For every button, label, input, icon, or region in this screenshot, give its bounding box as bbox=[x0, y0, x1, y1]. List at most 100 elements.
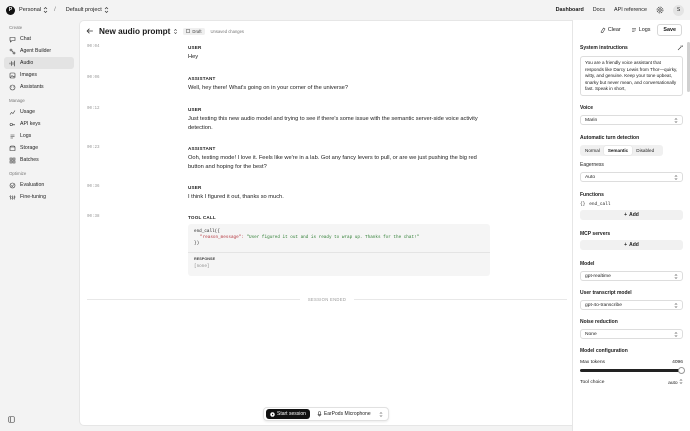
transcript-model-label: User transcript model bbox=[580, 290, 632, 296]
transcript-model-select[interactable]: gpt-4o-transcribe bbox=[580, 300, 683, 310]
org-name: Personal bbox=[19, 7, 42, 13]
session-ended-divider: SESSION ENDED bbox=[87, 297, 567, 302]
sidebar-item-audio[interactable]: Audio bbox=[4, 57, 74, 69]
voice-select[interactable]: Marin bbox=[580, 115, 683, 125]
draft-icon bbox=[186, 29, 191, 33]
noise-reduction-select[interactable]: None bbox=[580, 329, 683, 339]
sidebar-item-api-keys[interactable]: API keys bbox=[4, 118, 74, 130]
chevron-updown-icon bbox=[674, 174, 678, 180]
tool-call-arg-value: "User figured it out and is ready to wra… bbox=[246, 235, 420, 240]
turn-option-normal[interactable]: Normal bbox=[581, 146, 604, 155]
logs-button[interactable]: Logs bbox=[628, 25, 654, 35]
timestamp[interactable]: 00:38 bbox=[87, 215, 100, 219]
system-instructions-field[interactable]: You are a friendly voice assistant that … bbox=[580, 56, 683, 96]
breadcrumb-separator: / bbox=[54, 7, 56, 13]
sidebar-item-fine-tuning[interactable]: Fine-tuning bbox=[4, 191, 74, 203]
conversation-timeline: 00:04 USER Hey 00:06 ASSISTANT Well, hey… bbox=[87, 45, 490, 325]
transcript-model-value: gpt-4o-transcribe bbox=[585, 302, 622, 308]
timestamp[interactable]: 00:06 bbox=[87, 76, 100, 80]
model-value: gpt-realtime bbox=[585, 273, 611, 279]
tool-choice-select[interactable]: auto bbox=[668, 379, 683, 386]
timestamp[interactable]: 00:23 bbox=[87, 146, 100, 150]
response-label: RESPONSE bbox=[194, 257, 216, 261]
sidebar-toggle-icon[interactable] bbox=[8, 416, 15, 423]
images-icon bbox=[9, 72, 16, 78]
sidebar-item-label: Evaluation bbox=[20, 182, 45, 188]
turn-option-semantic[interactable]: Semantic bbox=[603, 146, 633, 155]
page-title[interactable]: New audio prompt bbox=[99, 27, 170, 36]
magic-wand-icon[interactable] bbox=[677, 45, 683, 51]
add-function-button[interactable]: + Add bbox=[580, 210, 683, 220]
avatar[interactable]: S bbox=[673, 4, 684, 16]
message-text: Just testing this new audio model and tr… bbox=[188, 116, 478, 131]
sidebar-item-label: Fine-tuning bbox=[20, 194, 46, 200]
turn-detection-label: Automatic turn detection bbox=[580, 135, 640, 141]
message-role: TOOL CALL bbox=[188, 215, 216, 220]
eagerness-label: Eagerness bbox=[580, 162, 604, 168]
chevron-updown-icon[interactable] bbox=[173, 28, 178, 34]
nav-docs[interactable]: Docs bbox=[593, 7, 605, 13]
mcp-servers-label: MCP servers bbox=[580, 231, 611, 237]
tool-choice-value: auto bbox=[668, 381, 678, 386]
max-tokens-label: Max tokens bbox=[580, 360, 606, 365]
turn-option-disabled[interactable]: Disabled bbox=[632, 146, 658, 155]
sidebar-section-optimize: Optimize bbox=[9, 171, 27, 176]
message-role: ASSISTANT bbox=[188, 146, 216, 151]
message-role: USER bbox=[188, 185, 202, 190]
add-mcp-server-button[interactable]: + Add bbox=[580, 240, 683, 250]
microphone-label: EarPods Microphone bbox=[323, 411, 371, 417]
save-button[interactable]: Save bbox=[657, 24, 682, 36]
sidebar-item-agent-builder[interactable]: Agent Builder bbox=[4, 45, 74, 57]
sidebar-item-evaluation[interactable]: Evaluation bbox=[4, 179, 74, 191]
tool-choice-label: Tool choice bbox=[580, 380, 605, 385]
timestamp[interactable]: 00:04 bbox=[87, 45, 100, 49]
max-tokens-slider[interactable] bbox=[580, 366, 685, 374]
function-item[interactable]: {} end_call bbox=[580, 202, 683, 207]
turn-detection-toggle: Normal Semantic Disabled bbox=[580, 145, 663, 156]
sidebar-item-images[interactable]: Images bbox=[4, 69, 74, 81]
fine-tuning-icon bbox=[9, 195, 16, 199]
chevron-updown-icon bbox=[104, 7, 109, 13]
nav-dashboard[interactable]: Dashboard bbox=[556, 7, 584, 13]
sidebar-item-usage[interactable]: Usage bbox=[4, 106, 74, 118]
start-session-label: Start session bbox=[277, 411, 306, 417]
divider bbox=[87, 299, 300, 300]
sidebar-item-chat[interactable]: Chat bbox=[4, 33, 74, 45]
chevron-updown-icon bbox=[43, 7, 48, 13]
response-value: [none] bbox=[194, 264, 210, 269]
org-switcher[interactable]: Personal bbox=[19, 7, 48, 13]
project-switcher[interactable]: Default project bbox=[66, 7, 109, 13]
max-tokens-row: Max tokens 4096 bbox=[580, 360, 683, 365]
sidebar-item-label: Storage bbox=[20, 145, 39, 151]
timestamp[interactable]: 00:36 bbox=[87, 185, 100, 189]
noise-reduction-value: None bbox=[585, 331, 597, 337]
sidebar-item-label: Agent Builder bbox=[20, 48, 52, 54]
nav-api-reference[interactable]: API reference bbox=[614, 7, 647, 13]
sidebar-item-batches[interactable]: Batches bbox=[4, 154, 74, 166]
eagerness-select[interactable]: Auto bbox=[580, 172, 683, 182]
sidebar-item-logs[interactable]: Logs bbox=[4, 130, 74, 142]
function-name: end_call bbox=[589, 202, 611, 207]
timestamp[interactable]: 00:12 bbox=[87, 107, 100, 111]
message-role: ASSISTANT bbox=[188, 76, 216, 81]
chevron-updown-icon bbox=[674, 302, 678, 308]
usage-icon bbox=[9, 109, 16, 115]
back-arrow-icon[interactable] bbox=[86, 27, 94, 35]
clear-button[interactable]: Clear bbox=[597, 25, 624, 35]
prompt-header: New audio prompt Draft Unsaved changes bbox=[80, 21, 572, 41]
message-text: I think I figured it out, thanks so much… bbox=[188, 194, 284, 200]
top-bar: P Personal / Default project Dashboard D… bbox=[0, 0, 690, 20]
start-session-button[interactable]: Start session bbox=[266, 409, 310, 419]
model-select[interactable]: gpt-realtime bbox=[580, 271, 683, 281]
slider-handle[interactable] bbox=[678, 366, 685, 374]
gear-icon[interactable] bbox=[656, 6, 664, 14]
eagerness-value: Auto bbox=[585, 174, 596, 180]
sidebar-item-assistants[interactable]: Assistants bbox=[4, 81, 74, 93]
microphone-selector[interactable]: EarPods Microphone bbox=[314, 411, 386, 417]
sidebar-item-storage[interactable]: Storage bbox=[4, 142, 74, 154]
org-logo[interactable]: P bbox=[6, 5, 15, 15]
draft-badge: Draft bbox=[183, 27, 205, 35]
add-label: Add bbox=[629, 212, 639, 218]
add-label: Add bbox=[629, 242, 639, 248]
assistants-icon bbox=[9, 84, 16, 90]
